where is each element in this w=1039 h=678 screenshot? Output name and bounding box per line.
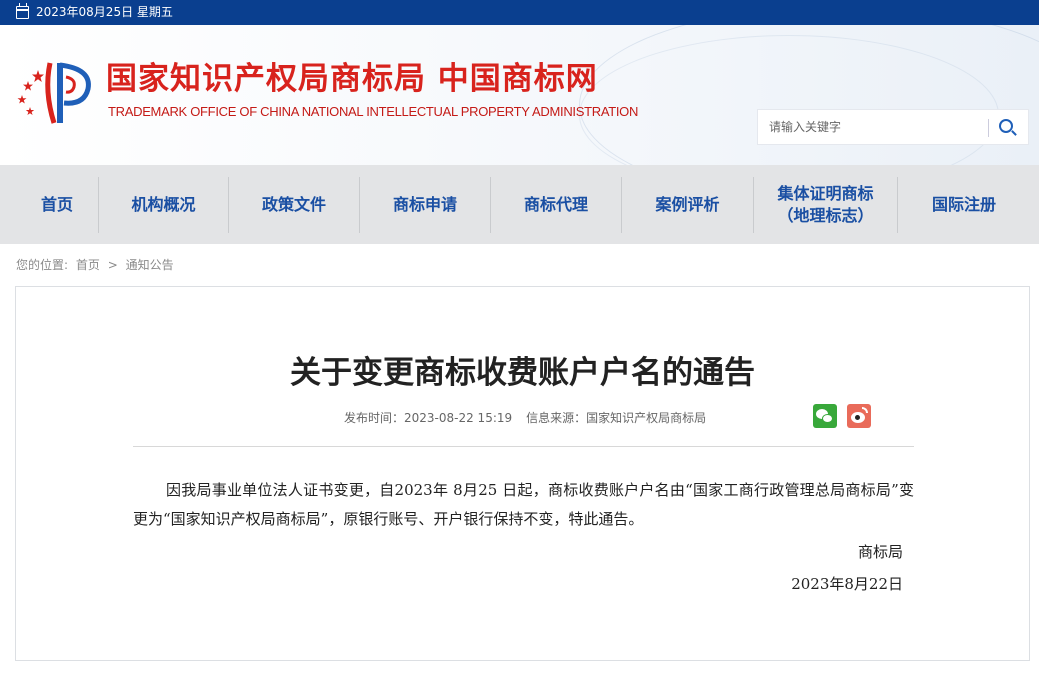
publish-time: 发布时间：2023-08-22 15:19	[344, 411, 513, 425]
current-date: 2023年08月25日 星期五	[36, 5, 173, 19]
nav-item-agency[interactable]: 商标代理	[491, 165, 621, 244]
breadcrumb-separator: >	[107, 258, 118, 272]
breadcrumb-prefix: 您的位置:	[16, 258, 69, 272]
breadcrumb-home-link[interactable]: 首页	[76, 258, 100, 272]
nav-item-about[interactable]: 机构概况	[99, 165, 228, 244]
nav-item-cases[interactable]: 案例评析	[622, 165, 753, 244]
site-title: 国家知识产权局商标局 中国商标网	[106, 61, 598, 97]
article-body: 因我局事业单位法人证书变更，自2023年 8月25 日起，商标收费账户户名由“国…	[133, 481, 914, 528]
wechat-icon[interactable]	[813, 404, 837, 428]
site-subtitle: TRADEMARK OFFICE OF CHINA NATIONAL INTEL…	[108, 104, 639, 119]
main-nav: 首页 机构概况 政策文件 商标申请 商标代理 案例评析 集体证明商标 （地理标志…	[0, 165, 1039, 244]
article-panel: 关于变更商标收费账户户名的通告 发布时间：2023-08-22 15:19 信息来…	[15, 286, 1030, 661]
nav-item-international[interactable]: 国际注册	[898, 165, 1030, 244]
weibo-icon[interactable]	[847, 404, 871, 428]
site-header: 国家知识产权局商标局 中国商标网 TRADEMARK OFFICE OF CHI…	[0, 25, 1039, 165]
nav-item-policy[interactable]: 政策文件	[229, 165, 359, 244]
breadcrumb-current-link[interactable]: 通知公告	[126, 258, 174, 272]
search-icon[interactable]	[996, 116, 1020, 140]
calendar-icon	[16, 3, 29, 19]
info-source: 信息来源：国家知识产权局商标局	[526, 411, 707, 425]
top-date-bar: 2023年08月25日 星期五	[0, 0, 1039, 25]
article-meta: 发布时间：2023-08-22 15:19 信息来源：国家知识产权局商标局	[344, 410, 706, 426]
nav-item-application[interactable]: 商标申请	[360, 165, 490, 244]
breadcrumb: 您的位置: 首页 > 通知公告	[16, 257, 178, 273]
nav-item-home[interactable]: 首页	[0, 165, 114, 244]
cnipa-logo[interactable]	[14, 57, 98, 129]
signature-date: 2023年8月22日	[791, 575, 903, 593]
article-title: 关于变更商标收费账户户名的通告	[290, 355, 755, 391]
title-divider	[133, 446, 914, 447]
search-input[interactable]	[759, 111, 987, 143]
search-divider	[988, 119, 989, 137]
signature-org: 商标局	[857, 543, 903, 561]
nav-item-geographical-marks[interactable]: 集体证明商标 （地理标志）	[754, 165, 897, 244]
search-box	[757, 109, 1029, 145]
